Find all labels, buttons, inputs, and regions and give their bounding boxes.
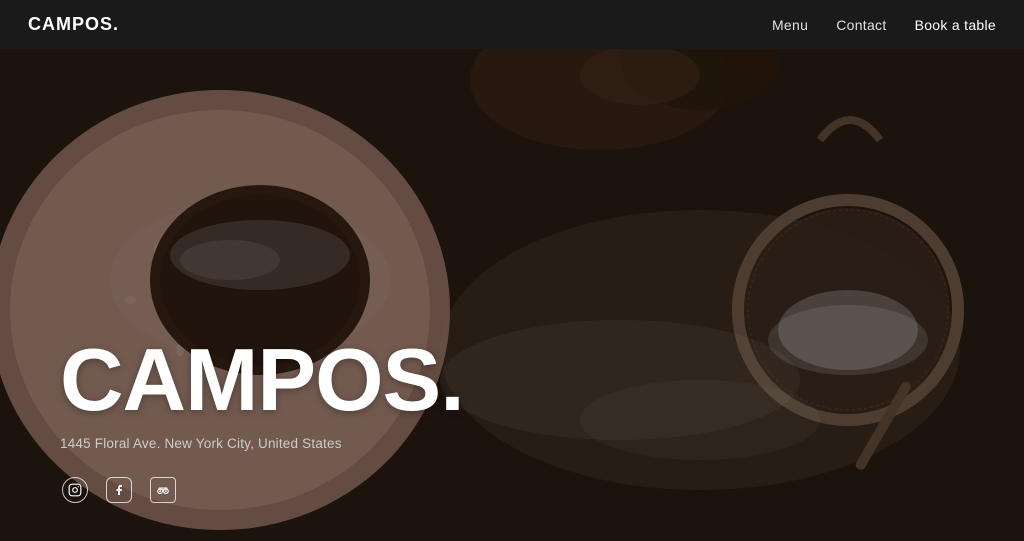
instagram-icon[interactable]	[62, 477, 88, 503]
hero-content: CAMPOS. 1445 Floral Ave. New York City, …	[60, 336, 464, 451]
tripadvisor-icon[interactable]	[150, 477, 176, 503]
hero-section: CAMPOS. Menu Contact Book a table CAMPOS…	[0, 0, 1024, 541]
social-icons	[62, 477, 176, 503]
nav-logo: CAMPOS.	[28, 14, 119, 35]
facebook-icon[interactable]	[106, 477, 132, 503]
nav-book-link[interactable]: Book a table	[915, 17, 996, 33]
navbar: CAMPOS. Menu Contact Book a table	[0, 0, 1024, 49]
nav-links: Menu Contact Book a table	[772, 17, 996, 33]
hero-address: 1445 Floral Ave. New York City, United S…	[60, 436, 464, 451]
nav-contact-link[interactable]: Contact	[836, 17, 886, 33]
nav-menu-link[interactable]: Menu	[772, 17, 808, 33]
hero-title: CAMPOS.	[60, 336, 464, 424]
